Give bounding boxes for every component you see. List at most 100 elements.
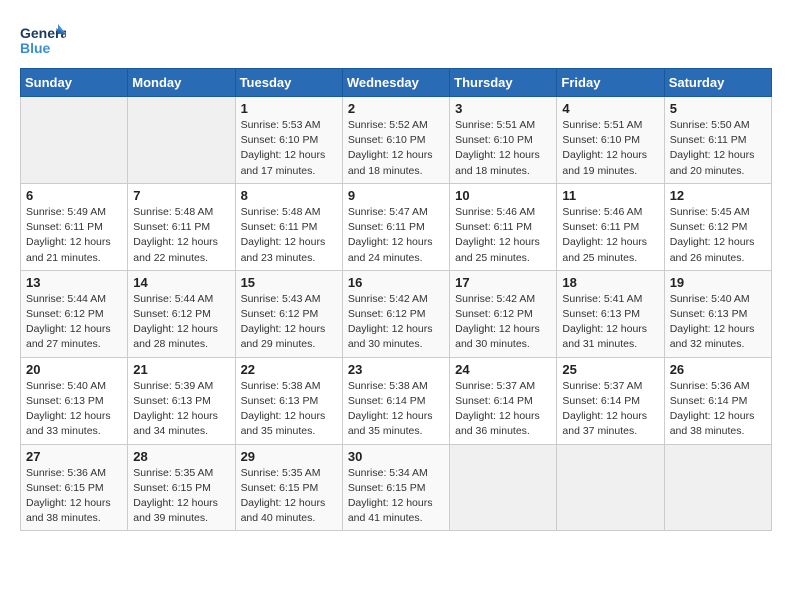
day-detail: Sunrise: 5:38 AM Sunset: 6:13 PM Dayligh… [241, 379, 337, 440]
calendar-day-header: Sunday [21, 69, 128, 97]
calendar-cell: 5 Sunrise: 5:50 AM Sunset: 6:11 PM Daylig… [664, 97, 771, 184]
calendar-week-row: 1 Sunrise: 5:53 AM Sunset: 6:10 PM Daylig… [21, 97, 772, 184]
svg-text:Blue: Blue [20, 40, 51, 56]
day-detail: Sunrise: 5:40 AM Sunset: 6:13 PM Dayligh… [670, 292, 766, 353]
calendar-cell: 30Sunrise: 5:34 AM Sunset: 6:15 PM Dayli… [342, 444, 449, 531]
calendar-week-row: 6 Sunrise: 5:49 AM Sunset: 6:11 PM Daylig… [21, 183, 772, 270]
calendar-header-row: SundayMondayTuesdayWednesdayThursdayFrid… [21, 69, 772, 97]
day-detail: Sunrise: 5:35 AM Sunset: 6:15 PM Dayligh… [133, 466, 229, 527]
day-number: 24 [455, 362, 551, 377]
day-number: 1 [241, 101, 337, 116]
calendar-cell: 28 Sunrise: 5:35 AM Sunset: 6:15 PM Dayli… [128, 444, 235, 531]
calendar-cell: 16 Sunrise: 5:42 AM Sunset: 6:12 PM Dayli… [342, 270, 449, 357]
calendar-cell: 21 Sunrise: 5:39 AM Sunset: 6:13 PM Dayli… [128, 357, 235, 444]
calendar-cell: 3 Sunrise: 5:51 AM Sunset: 6:10 PM Daylig… [450, 97, 557, 184]
day-number: 29 [241, 449, 337, 464]
calendar-day-header: Wednesday [342, 69, 449, 97]
day-detail: Sunrise: 5:48 AM Sunset: 6:11 PM Dayligh… [133, 205, 229, 266]
day-number: 14 [133, 275, 229, 290]
calendar-cell [450, 444, 557, 531]
day-number: 12 [670, 188, 766, 203]
day-number: 28 [133, 449, 229, 464]
day-number: 10 [455, 188, 551, 203]
day-detail: Sunrise: 5:42 AM Sunset: 6:12 PM Dayligh… [348, 292, 444, 353]
day-number: 9 [348, 188, 444, 203]
calendar-table: SundayMondayTuesdayWednesdayThursdayFrid… [20, 68, 772, 531]
calendar-cell: 27 Sunrise: 5:36 AM Sunset: 6:15 PM Dayli… [21, 444, 128, 531]
logo-icon: General Blue [20, 20, 60, 58]
day-number: 23 [348, 362, 444, 377]
day-number: 17 [455, 275, 551, 290]
day-detail: Sunrise: 5:46 AM Sunset: 6:11 PM Dayligh… [562, 205, 658, 266]
calendar-cell: 7 Sunrise: 5:48 AM Sunset: 6:11 PM Daylig… [128, 183, 235, 270]
day-number: 22 [241, 362, 337, 377]
calendar-day-header: Monday [128, 69, 235, 97]
calendar-week-row: 13 Sunrise: 5:44 AM Sunset: 6:12 PM Dayli… [21, 270, 772, 357]
calendar-cell: 8 Sunrise: 5:48 AM Sunset: 6:11 PM Daylig… [235, 183, 342, 270]
day-detail: Sunrise: 5:46 AM Sunset: 6:11 PM Dayligh… [455, 205, 551, 266]
day-number: 8 [241, 188, 337, 203]
page-header: General Blue [20, 20, 772, 58]
day-detail: Sunrise: 5:47 AM Sunset: 6:11 PM Dayligh… [348, 205, 444, 266]
day-number: 7 [133, 188, 229, 203]
calendar-day-header: Thursday [450, 69, 557, 97]
calendar-cell [557, 444, 664, 531]
day-number: 21 [133, 362, 229, 377]
calendar-week-row: 20 Sunrise: 5:40 AM Sunset: 6:13 PM Dayli… [21, 357, 772, 444]
day-number: 2 [348, 101, 444, 116]
day-number: 27 [26, 449, 122, 464]
day-detail: Sunrise: 5:39 AM Sunset: 6:13 PM Dayligh… [133, 379, 229, 440]
calendar-cell [21, 97, 128, 184]
calendar-cell: 29 Sunrise: 5:35 AM Sunset: 6:15 PM Dayli… [235, 444, 342, 531]
calendar-cell: 11 Sunrise: 5:46 AM Sunset: 6:11 PM Dayli… [557, 183, 664, 270]
day-detail: Sunrise: 5:44 AM Sunset: 6:12 PM Dayligh… [26, 292, 122, 353]
calendar-cell [664, 444, 771, 531]
day-number: 6 [26, 188, 122, 203]
calendar-cell: 25Sunrise: 5:37 AM Sunset: 6:14 PM Dayli… [557, 357, 664, 444]
calendar-cell: 22 Sunrise: 5:38 AM Sunset: 6:13 PM Dayli… [235, 357, 342, 444]
calendar-cell: 15Sunrise: 5:43 AM Sunset: 6:12 PM Dayli… [235, 270, 342, 357]
day-detail: Sunrise: 5:44 AM Sunset: 6:12 PM Dayligh… [133, 292, 229, 353]
calendar-cell: 20 Sunrise: 5:40 AM Sunset: 6:13 PM Dayli… [21, 357, 128, 444]
day-number: 18 [562, 275, 658, 290]
calendar-cell: 13 Sunrise: 5:44 AM Sunset: 6:12 PM Dayli… [21, 270, 128, 357]
day-detail: Sunrise: 5:51 AM Sunset: 6:10 PM Dayligh… [455, 118, 551, 179]
day-detail: Sunrise: 5:35 AM Sunset: 6:15 PM Dayligh… [241, 466, 337, 527]
calendar-body: 1 Sunrise: 5:53 AM Sunset: 6:10 PM Daylig… [21, 97, 772, 531]
day-detail: Sunrise: 5:36 AM Sunset: 6:14 PM Dayligh… [670, 379, 766, 440]
calendar-day-header: Friday [557, 69, 664, 97]
day-detail: Sunrise: 5:52 AM Sunset: 6:10 PM Dayligh… [348, 118, 444, 179]
calendar-day-header: Saturday [664, 69, 771, 97]
calendar-cell: 17Sunrise: 5:42 AM Sunset: 6:12 PM Dayli… [450, 270, 557, 357]
day-detail: Sunrise: 5:45 AM Sunset: 6:12 PM Dayligh… [670, 205, 766, 266]
day-detail: Sunrise: 5:53 AM Sunset: 6:10 PM Dayligh… [241, 118, 337, 179]
calendar-cell: 4Sunrise: 5:51 AM Sunset: 6:10 PM Daylig… [557, 97, 664, 184]
day-number: 16 [348, 275, 444, 290]
day-number: 3 [455, 101, 551, 116]
day-number: 20 [26, 362, 122, 377]
calendar-cell: 6 Sunrise: 5:49 AM Sunset: 6:11 PM Daylig… [21, 183, 128, 270]
day-detail: Sunrise: 5:49 AM Sunset: 6:11 PM Dayligh… [26, 205, 122, 266]
calendar-cell [128, 97, 235, 184]
day-detail: Sunrise: 5:41 AM Sunset: 6:13 PM Dayligh… [562, 292, 658, 353]
day-number: 26 [670, 362, 766, 377]
calendar-cell: 10 Sunrise: 5:46 AM Sunset: 6:11 PM Dayli… [450, 183, 557, 270]
day-detail: Sunrise: 5:50 AM Sunset: 6:11 PM Dayligh… [670, 118, 766, 179]
calendar-cell: 26 Sunrise: 5:36 AM Sunset: 6:14 PM Dayli… [664, 357, 771, 444]
day-number: 13 [26, 275, 122, 290]
calendar-cell: 9 Sunrise: 5:47 AM Sunset: 6:11 PM Daylig… [342, 183, 449, 270]
day-number: 25 [562, 362, 658, 377]
calendar-cell: 24Sunrise: 5:37 AM Sunset: 6:14 PM Dayli… [450, 357, 557, 444]
day-detail: Sunrise: 5:40 AM Sunset: 6:13 PM Dayligh… [26, 379, 122, 440]
calendar-cell: 12 Sunrise: 5:45 AM Sunset: 6:12 PM Dayli… [664, 183, 771, 270]
calendar-cell: 23Sunrise: 5:38 AM Sunset: 6:14 PM Dayli… [342, 357, 449, 444]
day-detail: Sunrise: 5:36 AM Sunset: 6:15 PM Dayligh… [26, 466, 122, 527]
day-detail: Sunrise: 5:48 AM Sunset: 6:11 PM Dayligh… [241, 205, 337, 266]
day-number: 11 [562, 188, 658, 203]
day-number: 5 [670, 101, 766, 116]
day-number: 15 [241, 275, 337, 290]
calendar-cell: 2 Sunrise: 5:52 AM Sunset: 6:10 PM Daylig… [342, 97, 449, 184]
calendar-cell: 1 Sunrise: 5:53 AM Sunset: 6:10 PM Daylig… [235, 97, 342, 184]
day-detail: Sunrise: 5:51 AM Sunset: 6:10 PM Dayligh… [562, 118, 658, 179]
day-number: 19 [670, 275, 766, 290]
